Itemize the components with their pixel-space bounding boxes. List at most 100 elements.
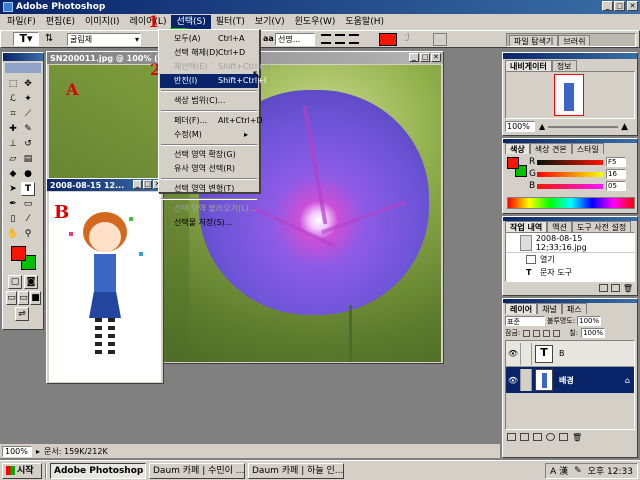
marquee-tool-icon[interactable]: ⬚ <box>6 77 20 91</box>
r-slider[interactable] <box>537 159 603 165</box>
layer-visibility-eye-icon[interactable]: 👁 <box>506 376 520 385</box>
layer-row-b[interactable]: 👁 T B <box>506 341 634 367</box>
palettes-icon[interactable] <box>433 33 447 46</box>
menu-filter[interactable]: 필터(T) <box>211 15 250 30</box>
pen-tool-icon[interactable]: ✒ <box>6 197 20 211</box>
tab-swatches[interactable]: 색상 견본 <box>529 143 572 154</box>
doc-small-minimize[interactable]: _ <box>133 180 142 189</box>
close-button[interactable]: ✕ <box>627 1 638 11</box>
menu-load-selection[interactable]: 선택 영역 불러오기(L)... <box>160 202 258 216</box>
menu-feather[interactable]: 페더(F)... Alt+Ctrl+D <box>160 114 263 128</box>
tab-history[interactable]: 작업 내역 <box>505 221 548 232</box>
new-doc-from-state-icon[interactable] <box>598 284 608 292</box>
slice-tool-icon[interactable]: ⟋ <box>21 107 35 121</box>
status-doc-arrow-icon[interactable]: ▸ <box>36 447 40 456</box>
align-right-icon[interactable] <box>349 34 359 44</box>
history-item-type[interactable]: T 문자 도구 <box>506 266 634 279</box>
menu-save-selection[interactable]: 선택물 저장(S)... <box>160 216 258 230</box>
lock-transparency-icon[interactable] <box>523 329 531 337</box>
layer-style-icon[interactable] <box>507 433 516 441</box>
tab-paths[interactable]: 패스 <box>561 303 587 314</box>
layer-link-icon[interactable] <box>520 369 532 391</box>
app-title-bar[interactable]: Adobe Photoshop _ □ ✕ <box>0 0 640 14</box>
tab-styles[interactable]: 스타일 <box>571 143 604 154</box>
menu-help[interactable]: 도움말(H) <box>340 15 389 30</box>
align-left-icon[interactable] <box>321 34 331 44</box>
healing-brush-icon[interactable]: ✚ <box>6 122 20 136</box>
type-tool-icon[interactable]: T <box>21 182 35 196</box>
zoom-tool-icon[interactable]: ⚲ <box>21 227 35 241</box>
zoom-slider[interactable] <box>548 125 619 128</box>
tab-layers[interactable]: 레이어 <box>505 303 538 314</box>
navigator-thumbnail[interactable] <box>554 74 584 116</box>
lock-position-icon[interactable] <box>543 329 551 337</box>
brush-tool-icon[interactable]: ✎ <box>21 122 35 136</box>
doc-small-maximize[interactable]: □ <box>143 180 152 189</box>
doc-small-title-bar[interactable]: 2008-08-15 12... _ □ ✕ <box>47 179 163 191</box>
layer-mask-icon[interactable] <box>520 433 529 441</box>
menu-color-range[interactable]: 색상 범위(C)... <box>160 94 258 108</box>
navigator-zoom[interactable]: 100% <box>505 121 535 132</box>
hand-tool-icon[interactable]: ✋ <box>6 227 20 241</box>
font-family-select[interactable]: 굴림체 ▾ <box>67 33 141 46</box>
r-value[interactable]: F5 <box>606 157 626 167</box>
b-value[interactable]: 05 <box>606 181 626 191</box>
foreground-color-swatch[interactable] <box>11 246 26 261</box>
dodge-tool-icon[interactable]: ● <box>21 167 35 181</box>
lock-paint-icon[interactable] <box>533 329 541 337</box>
layer-row-background[interactable]: 👁 배경 ⌂ <box>506 367 634 393</box>
g-value[interactable]: 16 <box>606 169 626 179</box>
start-button[interactable]: 시작 <box>2 462 42 479</box>
color-fg-swatch[interactable] <box>507 157 519 169</box>
maximize-button[interactable]: □ <box>614 1 625 11</box>
status-zoom[interactable]: 100% <box>2 445 32 457</box>
delete-layer-icon[interactable]: 🗑 <box>572 433 582 442</box>
layer-set-icon[interactable] <box>533 433 542 441</box>
menu-modify[interactable]: 수정(M) ▸ <box>160 128 258 142</box>
gradient-tool-icon[interactable]: ▤ <box>21 152 35 166</box>
adjustment-layer-icon[interactable] <box>546 433 555 441</box>
screen-mode-full-menu-icon[interactable]: ▭ <box>18 291 29 305</box>
lock-all-icon[interactable] <box>553 329 561 337</box>
doc-main-maximize[interactable]: □ <box>420 53 430 62</box>
tab-color[interactable]: 색상 <box>505 143 530 154</box>
screen-mode-full-icon[interactable]: ■ <box>30 291 41 305</box>
minimize-button[interactable]: _ <box>602 1 613 11</box>
notes-tool-icon[interactable]: ▯ <box>6 212 20 226</box>
doc-main-close[interactable]: ✕ <box>431 53 441 62</box>
doc-main-minimize[interactable]: _ <box>409 53 419 62</box>
standard-mode-icon[interactable]: ▢ <box>8 275 22 289</box>
stamp-tool-icon[interactable]: ⊥ <box>6 137 20 151</box>
history-snapshot[interactable]: 2008-08-15 12;33;16.jpg <box>506 233 634 253</box>
menu-reselect[interactable]: 재선택(E) Shift+Ctrl+D <box>160 60 270 74</box>
blend-mode-select[interactable]: 표준 <box>505 316 545 326</box>
menu-view[interactable]: 보기(V) <box>250 15 290 30</box>
color-spectrum-bar[interactable] <box>507 197 635 209</box>
history-item-open[interactable]: 열기 <box>506 253 634 266</box>
taskbar-photoshop[interactable]: Adobe Photoshop <box>50 462 146 479</box>
shape-tool-icon[interactable]: ▭ <box>21 197 35 211</box>
taskbar-daum-2[interactable]: Daum 카페 | 하늘 인... <box>248 462 344 479</box>
new-snapshot-icon[interactable] <box>610 284 620 292</box>
taskbar-daum-1[interactable]: Daum 카페 | 수민이 ... <box>149 462 245 479</box>
text-color-swatch[interactable] <box>379 33 397 46</box>
tray-tool-icon[interactable]: ✎ <box>574 466 582 476</box>
antialias-select[interactable]: 선명... <box>275 33 315 46</box>
menu-similar[interactable]: 유사 영역 선택(R) <box>160 162 258 176</box>
tab-actions[interactable]: 액션 <box>547 221 572 232</box>
fill-input[interactable]: 100% <box>581 328 606 338</box>
b-slider[interactable] <box>537 183 603 189</box>
tab-channels[interactable]: 채널 <box>537 303 562 314</box>
history-brush-icon[interactable]: ↺ <box>21 137 35 151</box>
zoom-out-icon[interactable]: ▲ <box>539 122 545 131</box>
magic-wand-icon[interactable]: ✦ <box>21 92 35 106</box>
new-layer-icon[interactable] <box>559 433 568 441</box>
move-tool-icon[interactable]: ✥ <box>21 77 35 91</box>
menu-grow[interactable]: 선택 영역 확장(G) <box>160 148 258 162</box>
menu-deselect[interactable]: 선택 해제(D) Ctrl+D <box>160 46 258 60</box>
align-center-icon[interactable] <box>335 34 345 44</box>
menu-image[interactable]: 이미지(I) <box>80 15 125 30</box>
layer-link-icon[interactable] <box>520 342 532 365</box>
lasso-tool-icon[interactable]: ℒ <box>6 92 20 106</box>
eyedropper-tool-icon[interactable]: ⁄ <box>21 212 35 226</box>
